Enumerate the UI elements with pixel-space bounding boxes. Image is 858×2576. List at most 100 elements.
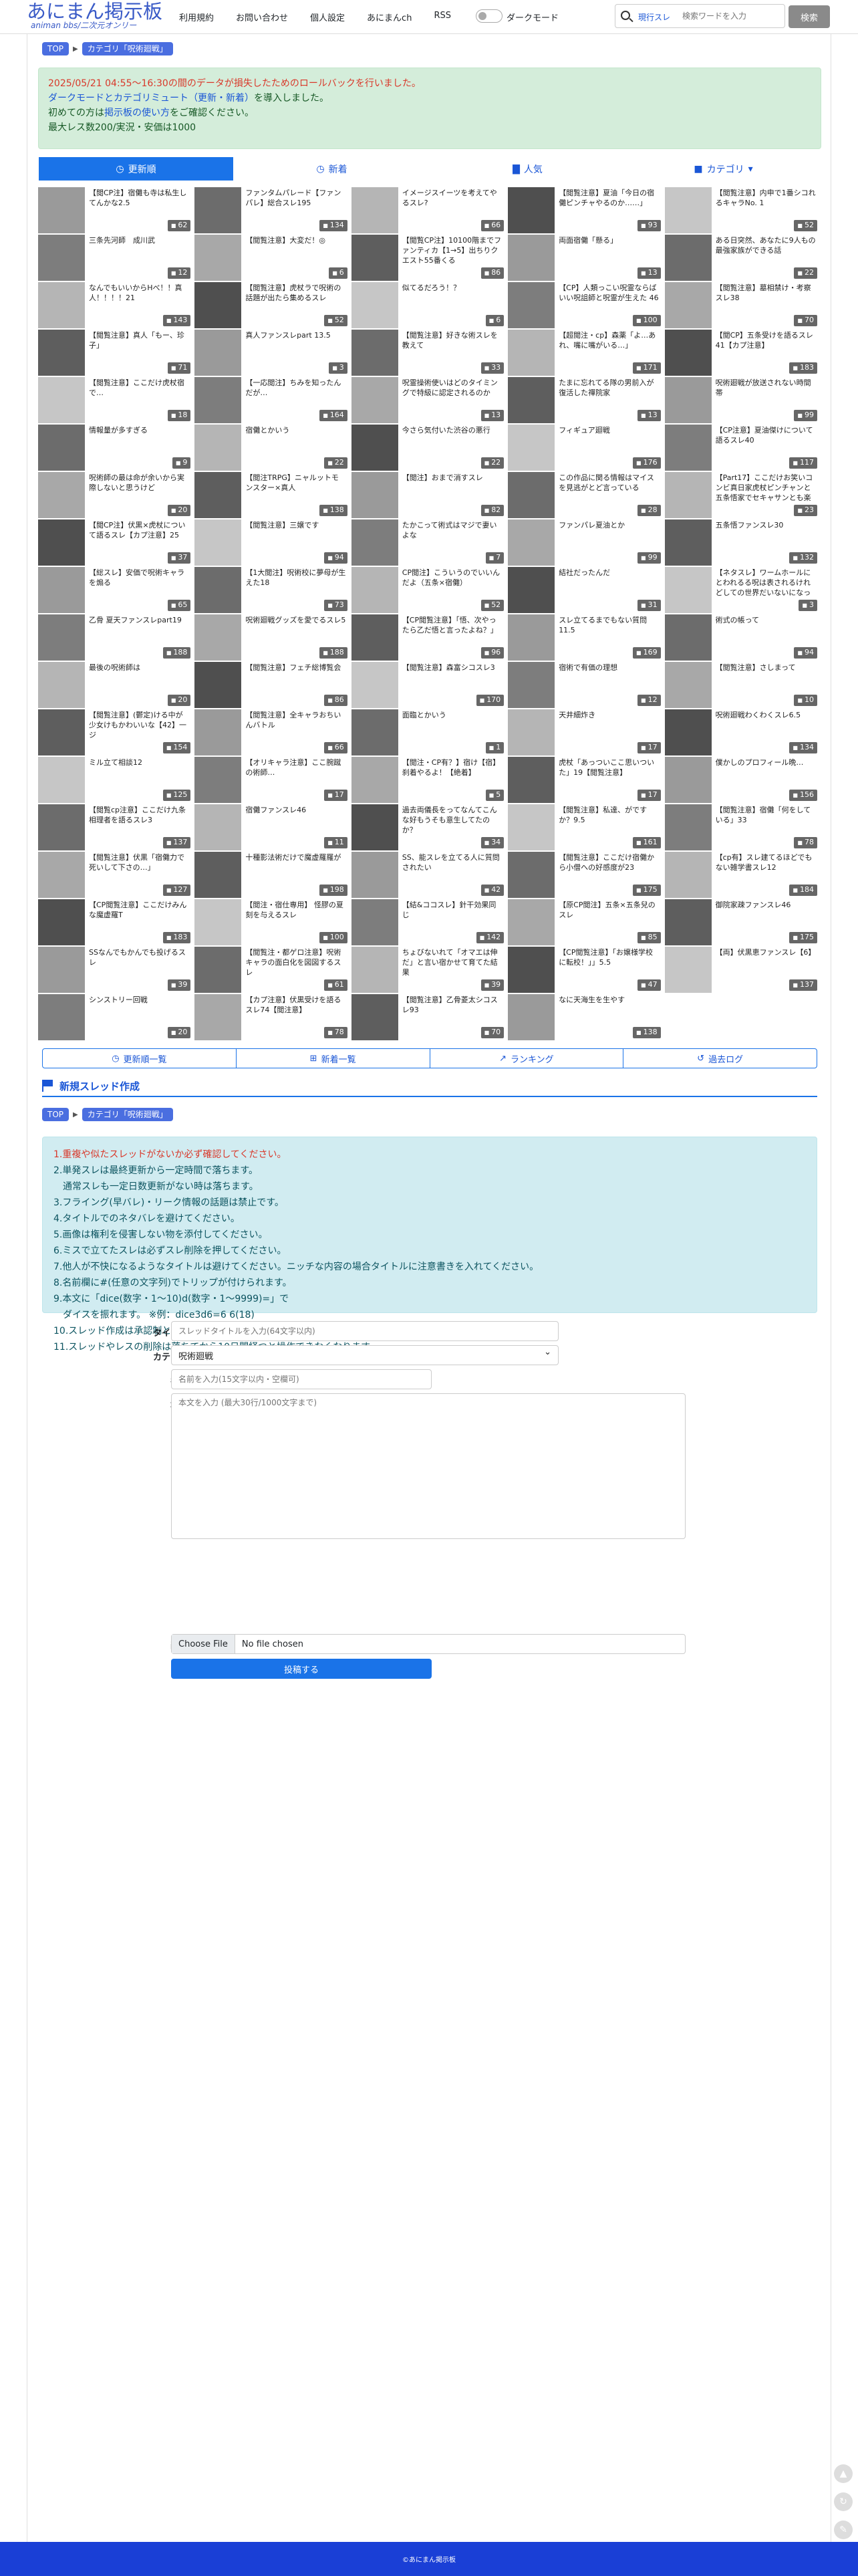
thread-thumbnail[interactable] — [194, 804, 242, 850]
thread-title[interactable]: 【閲覧注意】私達、がですか？9.5 — [559, 805, 659, 836]
thread-item[interactable]: 術式の帳って94 — [664, 614, 821, 661]
thread-title[interactable]: 【閲注・宿仕専用】 怪膠の夏刻を与えるスレ — [245, 900, 345, 931]
thread-item[interactable]: 【CP閲覧注意】ここだけみんな魔虚羅T183 — [38, 899, 195, 946]
thread-thumbnail[interactable] — [351, 235, 398, 281]
thread-title[interactable]: 天井細炸き — [559, 710, 659, 741]
thread-title[interactable]: 【CP閲覧注意】「お嬢様学校に転校！」」5.5 — [559, 947, 659, 978]
thread-item[interactable]: フィギュア廻戦176 — [508, 424, 665, 471]
thread-thumbnail[interactable] — [351, 187, 398, 233]
thread-item[interactable]: 【閲覧CP注】10100階までファンティカ【1→5】出ちりクエスト55番くる86 — [351, 234, 509, 281]
thread-title[interactable]: 【閲覧注意】好きな術スレを教えて — [402, 330, 503, 361]
thread-thumbnail[interactable] — [38, 282, 85, 328]
thread-thumbnail[interactable] — [351, 994, 398, 1040]
thread-title[interactable]: 【閲覧注意】全キャラおちいんバトル — [245, 710, 345, 741]
thread-title[interactable]: 【閲CP】五条受けを語るスレ41【カプ注意】 — [716, 330, 816, 361]
thread-thumbnail[interactable] — [194, 187, 242, 233]
thread-title[interactable]: 【総スレ】安価で呪術キャラを煽る — [89, 568, 189, 598]
thread-thumbnail[interactable] — [664, 852, 712, 898]
thread-thumbnail[interactable] — [38, 567, 85, 613]
thread-thumbnail[interactable] — [38, 425, 85, 471]
thread-title[interactable]: シンストリー回戦 — [89, 995, 189, 1026]
nav-settings[interactable]: 個人設定 — [310, 11, 345, 23]
thread-title[interactable]: 過去両儀長をってなんてこんな好もうそも意生してたのか？ — [402, 805, 503, 836]
thread-title[interactable]: 【Part17】ここだけお笑いコンビ真日家虎杖ピンチャンと五条悟家でセキャサンと… — [716, 473, 816, 503]
thread-item[interactable]: 十種影法術だけで魔虚羅羅が 198 — [194, 851, 351, 899]
thread-thumbnail[interactable] — [194, 519, 242, 566]
thread-thumbnail[interactable] — [351, 472, 398, 518]
thread-item[interactable]: 【CP閲覧注意】「悟、次やったら乙だ悟と言ったよね？」96 — [351, 614, 509, 661]
thread-item[interactable]: 呪術廻戦わくわくスレ6.5134 — [664, 709, 821, 756]
thread-item[interactable]: 【閲覧注意】宿儺「何をしている」3378 — [664, 804, 821, 851]
thread-item[interactable]: 【閲覧注意】私達、がですか？9.5161 — [508, 804, 665, 851]
thread-thumbnail[interactable] — [194, 282, 242, 328]
thread-item[interactable]: 情報量が多すぎる9 — [38, 424, 195, 471]
thread-item[interactable]: 最後の呪術師は 20 — [38, 661, 195, 709]
thread-title[interactable]: なんでもいいからHべ！！真人！！！！21 — [89, 283, 189, 314]
thread-item[interactable]: なんでもいいからHべ！！真人！！！！21143 — [38, 281, 195, 329]
thread-thumbnail[interactable] — [508, 330, 555, 376]
thread-item[interactable]: ファンタムパレード【ファンパレ】総合スレ195134 — [194, 187, 351, 234]
thread-thumbnail[interactable] — [194, 662, 242, 708]
thread-thumbnail[interactable] — [664, 377, 712, 423]
thread-item[interactable]: 【閲覧注意】ここだけ宿儺から小僧への好感度が23 175 — [508, 851, 665, 899]
thread-item[interactable]: 【カプ注意】伏黒受けを語るスレ74【閲注意】78 — [194, 993, 351, 1041]
thread-title[interactable]: ミル立て相談12 — [89, 757, 189, 788]
thread-item[interactable]: 【閲注・宿仕専用】 怪膠の夏刻を与えるスレ100 — [194, 899, 351, 946]
thread-item[interactable]: 【閲注・CP有？】宿け【宿】刹着やるよ！【絶着】 5 — [351, 756, 509, 804]
thread-item[interactable]: スレ立てるまでもない質問11.5169 — [508, 614, 665, 661]
thread-item[interactable]: なに天海生を生やす138 — [508, 993, 665, 1041]
thread-thumbnail[interactable] — [194, 425, 242, 471]
thread-item[interactable]: 【閲覧注意】全キャラおちいんバトル66 — [194, 709, 351, 756]
thread-item[interactable]: 【閲CP注】宿儺も寺は私生してんかな2.562 — [38, 187, 195, 234]
thread-thumbnail[interactable] — [194, 709, 242, 755]
thread-title[interactable]: SSなんでもかんでも投げるスレ — [89, 947, 189, 978]
thread-title[interactable]: 【1大閲注】呪術校に夢母が生えた18 — [245, 568, 345, 598]
image-file-input[interactable]: Choose File No file chosen — [171, 1634, 686, 1654]
thread-title[interactable]: 【閲覧注意】宿儺「何をしている」33 — [716, 805, 816, 836]
thread-thumbnail[interactable] — [508, 187, 555, 233]
title-input[interactable] — [171, 1321, 559, 1341]
thread-thumbnail[interactable] — [664, 519, 712, 566]
thread-item[interactable]: 【両】伏黒恵ファンスレ【6】137 — [664, 946, 821, 993]
thread-thumbnail[interactable] — [351, 425, 398, 471]
bottom-tab-updated[interactable]: ◷ 更新順一覧 — [43, 1049, 237, 1068]
nav-contact[interactable]: お問い合わせ — [236, 11, 288, 23]
thread-thumbnail[interactable] — [508, 899, 555, 945]
thread-item[interactable]: 【一応閲注】ちみを知ったんだが… 164 — [194, 376, 351, 424]
thread-item[interactable]: 【CP閲覧注意】「お嬢様学校に転校！」」5.547 — [508, 946, 665, 993]
thread-thumbnail[interactable] — [664, 187, 712, 233]
thread-item[interactable]: シンストリー回戦20 — [38, 993, 195, 1041]
thread-thumbnail[interactable] — [664, 282, 712, 328]
thread-thumbnail[interactable] — [351, 662, 398, 708]
thread-title[interactable]: 宿儺ファンスレ46 — [245, 805, 345, 836]
thread-thumbnail[interactable] — [38, 709, 85, 755]
thread-item[interactable]: 五条悟ファンスレ30132 — [664, 519, 821, 566]
search-button[interactable]: 検索 — [789, 5, 830, 28]
thread-item[interactable]: 宿儺とかいう22 — [194, 424, 351, 471]
thread-item[interactable]: 宿術で有価の理想 12 — [508, 661, 665, 709]
thread-title[interactable]: 【閲覧cp注意】ここだけ九条相理者を語るスレ3 — [89, 805, 189, 836]
thread-item[interactable]: 呪霊操術使いはどのタイミングで特級に認定されるのか 13 — [351, 376, 509, 424]
thread-item[interactable]: 【閲覧注意】大変だ！◎6 — [194, 234, 351, 281]
thread-thumbnail[interactable] — [38, 377, 85, 423]
thread-item[interactable]: 【閲覧cp注意】ここだけ九条相理者を語るスレ3137 — [38, 804, 195, 851]
choose-file-button[interactable]: Choose File — [172, 1635, 235, 1653]
thread-title[interactable]: 十種影法術だけで魔虚羅羅が — [245, 852, 345, 883]
thread-thumbnail[interactable] — [508, 472, 555, 518]
thread-item[interactable]: 【オリキャラ注意】ここ腕蹴の術師… 17 — [194, 756, 351, 804]
thread-title[interactable]: ある日突然、あなたに9人もの最強家族ができる話 — [716, 235, 816, 266]
thread-item[interactable]: 結社だったんだ 31 — [508, 566, 665, 614]
thread-thumbnail[interactable] — [664, 425, 712, 471]
breadcrumb-top[interactable]: TOP — [42, 1108, 69, 1121]
thread-item[interactable]: 【閲覧注意】好きな術スレを教えて33 — [351, 329, 509, 376]
thread-item[interactable]: 【CP注意】夏油傑けについて語るスレ40117 — [664, 424, 821, 471]
category-select[interactable]: 呪術廻戦 — [171, 1345, 559, 1365]
thread-item[interactable]: 【総スレ】安価で呪術キャラを煽る 65 — [38, 566, 195, 614]
thread-item[interactable]: 【閲覧注意】フェチ総博覧会 86 — [194, 661, 351, 709]
thread-item[interactable]: 天井細炸き17 — [508, 709, 665, 756]
thread-thumbnail[interactable] — [38, 947, 85, 993]
thread-item[interactable]: 似てるだろう！？6 — [351, 281, 509, 329]
thread-thumbnail[interactable] — [351, 614, 398, 661]
thread-thumbnail[interactable] — [508, 757, 555, 803]
thread-thumbnail[interactable] — [38, 852, 85, 898]
